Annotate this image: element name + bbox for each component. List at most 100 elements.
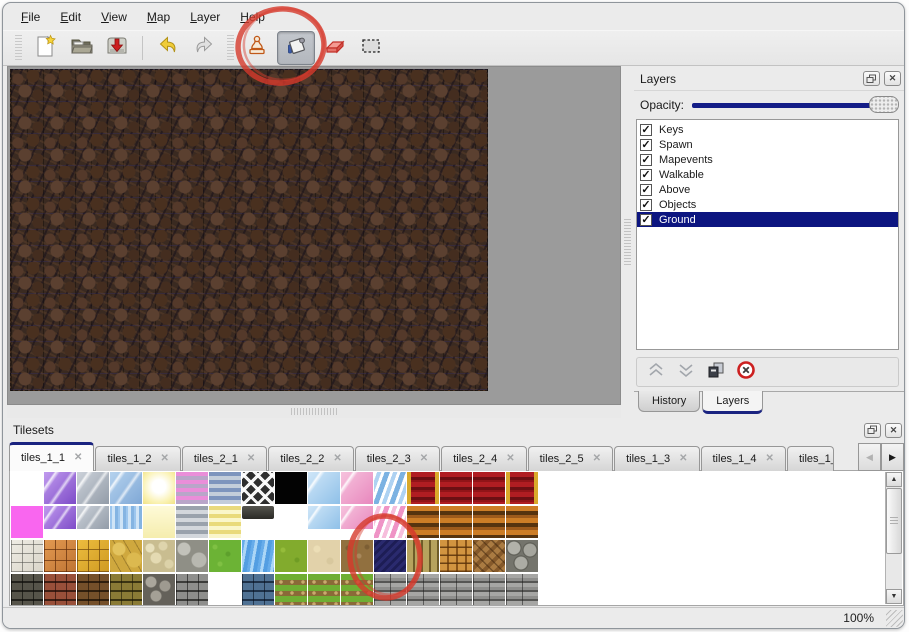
tile-brick-blue[interactable]: [242, 574, 274, 606]
tile-glass-blue2[interactable]: [308, 506, 340, 529]
tile-furrow[interactable]: [308, 574, 340, 606]
undo-button[interactable]: [152, 33, 184, 63]
tileset-tab-tiles_1_2[interactable]: tiles_1_2✕: [95, 446, 180, 471]
tile-brick-olive[interactable]: [110, 574, 142, 606]
tileset-tab-tiles_2_4[interactable]: tiles_2_4✕: [441, 446, 526, 471]
tileset-tab-tiles_1_1[interactable]: tiles_1_1✕: [9, 442, 94, 471]
tile-grass2[interactable]: [275, 540, 307, 572]
tile-grass[interactable]: [209, 540, 241, 572]
map-viewport[interactable]: [7, 66, 621, 405]
horizontal-splitter[interactable]: [7, 405, 621, 418]
tile-herringbone[interactable]: [473, 540, 505, 572]
tab-close-icon[interactable]: ✕: [333, 454, 341, 464]
redo-button[interactable]: [188, 33, 220, 63]
tileset-scrollbar[interactable]: ▲ ▼: [885, 472, 902, 604]
tile-glass-pink[interactable]: [341, 472, 373, 504]
tile-carpet-red-gold[interactable]: [506, 472, 538, 504]
new-button[interactable]: [29, 33, 61, 63]
tile-pebble-beige[interactable]: [143, 540, 175, 572]
menu-view[interactable]: View: [91, 6, 137, 28]
tile-carpet-red-gold[interactable]: [407, 472, 439, 504]
menu-file[interactable]: File: [11, 6, 50, 28]
tab-close-icon[interactable]: ✕: [420, 454, 428, 464]
tile-black[interactable]: [275, 472, 307, 504]
scroll-tabs-right-button[interactable]: ▶: [881, 443, 904, 471]
delete-layer-button[interactable]: [735, 361, 757, 383]
tile-stone-gray[interactable]: [176, 540, 208, 572]
scroll-tabs-left-button[interactable]: ◀: [858, 443, 881, 471]
layer-checkbox[interactable]: ✓: [640, 154, 652, 166]
tile-glass-gray[interactable]: [77, 472, 109, 504]
scroll-down-button[interactable]: ▼: [886, 589, 902, 604]
tile-carpet-red[interactable]: [473, 472, 505, 504]
tile-banner-blue[interactable]: [374, 472, 406, 504]
tile-carpet-orange[interactable]: [440, 506, 472, 538]
layer-row-above[interactable]: ✓Above: [637, 182, 898, 197]
tile-water-streak[interactable]: [110, 506, 142, 529]
tile-brick-red[interactable]: [44, 574, 76, 606]
tab-close-icon[interactable]: ✕: [593, 454, 601, 464]
tile-planks-gray[interactable]: [473, 574, 505, 606]
opacity-slider[interactable]: [692, 96, 899, 114]
tab-close-icon[interactable]: ✕: [74, 453, 82, 463]
layer-checkbox[interactable]: ✓: [640, 169, 652, 181]
close-panel-button[interactable]: ✕: [885, 423, 902, 438]
tileset-tab-tiles_2_3[interactable]: tiles_2_3✕: [355, 446, 440, 471]
opacity-slider-track[interactable]: [692, 103, 895, 108]
resize-grip[interactable]: [886, 610, 903, 627]
tile-stones-round[interactable]: [506, 540, 538, 572]
raise-layer-button[interactable]: [645, 361, 667, 383]
tileset-tab-tiles_1_4[interactable]: tiles_1_4✕: [701, 446, 786, 471]
tile-planks-gray[interactable]: [506, 574, 538, 606]
tileset-tab-tiles_2_2[interactable]: tiles_2_2✕: [268, 446, 353, 471]
tab-close-icon[interactable]: ✕: [247, 454, 255, 464]
tile-sign-dark[interactable]: [242, 506, 274, 519]
layer-row-keys[interactable]: ✓Keys: [637, 122, 898, 137]
tile-lattice[interactable]: [242, 472, 274, 504]
layer-row-objects[interactable]: ✓Objects: [637, 197, 898, 212]
tab-close-icon[interactable]: ✕: [679, 454, 687, 464]
layer-checkbox[interactable]: ✓: [640, 124, 652, 136]
tile-carpet-orange[interactable]: [473, 506, 505, 538]
toolbar-grip[interactable]: [15, 35, 22, 61]
tile-carpet-red[interactable]: [440, 472, 472, 504]
menu-map[interactable]: Map: [137, 6, 180, 28]
tile-planks-gray[interactable]: [407, 574, 439, 606]
vertical-splitter[interactable]: [621, 66, 634, 418]
tile-empty[interactable]: [11, 472, 43, 504]
tile-stripe-gray[interactable]: [176, 506, 208, 538]
tile-stripe-yellow[interactable]: [209, 506, 241, 538]
tab-close-icon[interactable]: ✕: [160, 454, 168, 464]
map-canvas[interactable]: [10, 69, 488, 391]
opacity-slider-handle[interactable]: [869, 96, 899, 113]
tile-banner-pink[interactable]: [374, 506, 406, 538]
rect-select-tool-button[interactable]: [355, 33, 387, 63]
menu-edit[interactable]: Edit: [50, 6, 91, 28]
tile-brick-pebble[interactable]: [143, 574, 175, 606]
tab-history[interactable]: History: [638, 391, 700, 412]
float-panel-button[interactable]: [864, 423, 881, 438]
tab-close-icon[interactable]: ✕: [766, 454, 774, 464]
layer-checkbox[interactable]: ✓: [640, 199, 652, 211]
tileset-tab-tiles_1_3[interactable]: tiles_1_3✕: [614, 446, 699, 471]
tile-tile-gold[interactable]: [77, 540, 109, 572]
tileset-tab-tiles_1_[interactable]: tiles_1_: [787, 446, 834, 471]
tile-brick-brown[interactable]: [77, 574, 109, 606]
tile-stripe-blue[interactable]: [209, 472, 241, 504]
tile-stone-yellow[interactable]: [110, 540, 142, 572]
layer-row-ground[interactable]: ✓Ground: [637, 212, 898, 227]
tile-planks-gray[interactable]: [374, 574, 406, 606]
tile-dirt[interactable]: [341, 540, 373, 572]
layer-checkbox[interactable]: ✓: [640, 139, 652, 151]
eraser-tool-button[interactable]: [319, 33, 351, 63]
tile-glass-purple[interactable]: [44, 472, 76, 504]
tile-pale-yellow[interactable]: [143, 506, 175, 538]
tile-planks-gray[interactable]: [440, 574, 472, 606]
tile-furrow[interactable]: [341, 574, 373, 606]
tile-glow-yellow[interactable]: [143, 472, 175, 504]
tile-carpet-orange[interactable]: [407, 506, 439, 538]
layer-checkbox[interactable]: ✓: [640, 184, 652, 196]
tileset-tab-tiles_2_1[interactable]: tiles_2_1✕: [182, 446, 267, 471]
tile-glass-purple[interactable]: [44, 506, 76, 529]
scroll-up-button[interactable]: ▲: [886, 472, 902, 487]
